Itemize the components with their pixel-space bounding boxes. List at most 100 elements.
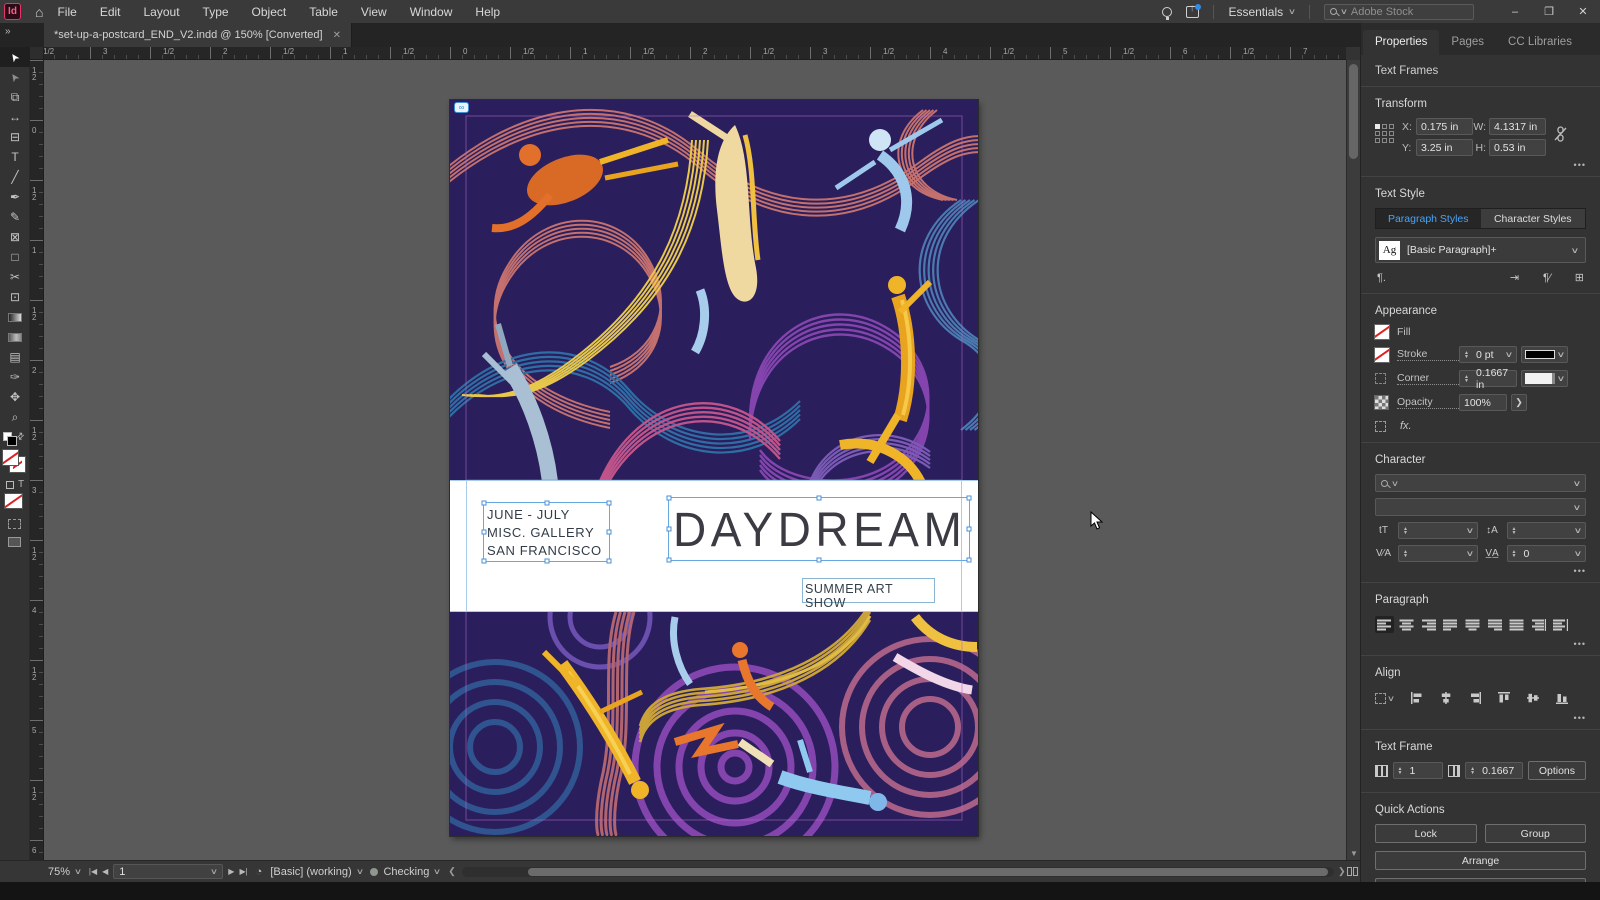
postcard-page[interactable]: ∞ JUNE - JULY MISC. GALLERY SAN FRANCISC…: [449, 99, 979, 837]
page-tool[interactable]: ⧉: [0, 87, 30, 107]
transform-more-options-button[interactable]: •••: [1375, 156, 1586, 176]
ruler-origin-box[interactable]: [30, 47, 44, 60]
gutter-field[interactable]: ▲ ▼ 0.1667: [1465, 762, 1523, 779]
menu-object[interactable]: Object: [252, 5, 287, 19]
menu-file[interactable]: File: [57, 5, 76, 19]
character-more-options-button[interactable]: •••: [1375, 562, 1586, 582]
title-text-frame[interactable]: DAYDREAM: [666, 495, 972, 563]
arrange-button[interactable]: Arrange: [1375, 851, 1586, 870]
screen-mode-icon[interactable]: [8, 537, 21, 547]
character-styles-tab[interactable]: Character Styles: [1480, 209, 1585, 228]
stroke-style-dropdown[interactable]: ∨: [1521, 346, 1568, 363]
share-icon[interactable]: [1186, 3, 1202, 18]
font-size-field[interactable]: ▲ ▼ ∨: [1398, 522, 1478, 539]
selection-handle[interactable]: [666, 526, 672, 532]
align-right-edges-icon[interactable]: [1464, 689, 1485, 707]
align-right-icon[interactable]: [1419, 616, 1438, 633]
leading-field[interactable]: ▲ ▼ ∨: [1506, 522, 1586, 539]
effects-button[interactable]: fx.: [1400, 420, 1412, 432]
text-frame-options-button[interactable]: Options: [1527, 761, 1586, 780]
preflight-status-control[interactable]: Checking ∨: [370, 866, 441, 878]
vertical-scrollbar-thumb[interactable]: [1349, 64, 1358, 159]
selection-handle[interactable]: [481, 558, 487, 564]
align-away-spine-icon[interactable]: [1551, 616, 1570, 633]
y-field[interactable]: 3.25 in: [1416, 139, 1473, 156]
selection-handle[interactable]: [666, 557, 672, 563]
fill-swatch[interactable]: [2, 449, 19, 466]
default-fill-stroke-icon[interactable]: [3, 432, 17, 446]
stroke-color-swatch[interactable]: [1374, 346, 1390, 363]
vertical-scrollbar[interactable]: ▼: [1346, 60, 1360, 860]
view-options-icon[interactable]: [8, 519, 21, 529]
panel-expander-icon[interactable]: »: [5, 26, 11, 37]
home-icon[interactable]: ⌂: [35, 4, 43, 20]
selection-handle[interactable]: [606, 558, 612, 564]
fill-color-swatch[interactable]: [1374, 324, 1390, 340]
align-more-options-button[interactable]: •••: [1375, 709, 1586, 729]
gradient-feather-tool[interactable]: [0, 327, 30, 347]
selection-handle[interactable]: [606, 500, 612, 506]
opacity-field[interactable]: 100%: [1459, 394, 1507, 411]
subtitle-text-frame[interactable]: SUMMER ART SHOW: [802, 578, 935, 610]
justify-right-icon[interactable]: [1485, 616, 1504, 633]
selection-handle[interactable]: [816, 557, 822, 563]
selection-tool[interactable]: ➤: [0, 47, 30, 67]
frame-options-icon[interactable]: [1375, 420, 1386, 432]
font-style-dropdown[interactable]: ∨: [1375, 498, 1586, 516]
line-tool[interactable]: ╱: [0, 167, 30, 187]
zoom-level-control[interactable]: 75% ∨: [48, 866, 82, 878]
page-number-field[interactable]: 1 ∨: [113, 864, 224, 879]
selection-handle[interactable]: [481, 529, 487, 535]
workspace-switcher[interactable]: Essentials ∨: [1228, 5, 1296, 19]
stroke-weight-field[interactable]: ▲ ▼ 0 pt ∨: [1459, 346, 1517, 363]
preflight-profile-control[interactable]: [Basic] (working) ∨: [270, 866, 363, 878]
direct-selection-tool[interactable]: ➤: [0, 67, 30, 87]
learn-lightbulb-icon[interactable]: [1162, 6, 1173, 20]
last-page-button[interactable]: ▶|: [239, 867, 247, 876]
align-top-edges-icon[interactable]: [1493, 689, 1514, 707]
paragraph-style-dropdown[interactable]: Ag [Basic Paragraph]+ ∨: [1375, 237, 1586, 263]
paragraph-styles-tab[interactable]: Paragraph Styles: [1376, 209, 1481, 228]
spread-view-icon[interactable]: [1347, 867, 1358, 876]
align-bottom-edges-icon[interactable]: [1551, 689, 1572, 707]
frame-tool[interactable]: ⊠: [0, 227, 30, 247]
tab-cc-libraries[interactable]: CC Libraries: [1496, 30, 1584, 55]
horizontal-scrollbar-thumb[interactable]: [528, 868, 1328, 876]
selection-handle[interactable]: [966, 495, 972, 501]
menu-window[interactable]: Window: [410, 5, 453, 19]
menu-edit[interactable]: Edit: [100, 5, 121, 19]
scroll-right-icon[interactable]: ❯: [1338, 866, 1346, 877]
redefine-style-icon[interactable]: ⇥: [1510, 271, 1519, 284]
x-field[interactable]: 0.175 in: [1416, 118, 1473, 135]
group-button[interactable]: Group: [1484, 824, 1586, 843]
next-page-button[interactable]: ▶: [228, 867, 234, 876]
corner-radius-field[interactable]: ▲ ▼ 0.1667 in: [1459, 367, 1517, 391]
lock-button[interactable]: Lock: [1375, 824, 1477, 843]
rectangle-tool[interactable]: □: [0, 247, 30, 267]
paragraph-more-options-button[interactable]: •••: [1375, 635, 1586, 655]
content-collector-tool[interactable]: ⊟: [0, 127, 30, 147]
cc-link-badge-icon[interactable]: ∞: [454, 102, 469, 113]
eyedropper-tool[interactable]: ✑: [0, 367, 30, 387]
stock-search-input[interactable]: ∨ Adobe Stock: [1324, 3, 1474, 20]
pencil-tool[interactable]: ✎: [0, 207, 30, 227]
opacity-more-button[interactable]: ❯: [1511, 394, 1527, 411]
corner-shape-dropdown[interactable]: ∨: [1521, 370, 1568, 387]
align-to-dropdown[interactable]: ∨: [1375, 692, 1397, 704]
menu-view[interactable]: View: [361, 5, 387, 19]
first-page-button[interactable]: |◀: [89, 867, 97, 876]
selection-handle[interactable]: [966, 557, 972, 563]
selection-handle[interactable]: [481, 500, 487, 506]
restore-button[interactable]: ❐: [1532, 0, 1566, 23]
close-button[interactable]: ✕: [1566, 0, 1600, 23]
paragraph-style-options-icon[interactable]: ¶.: [1377, 272, 1386, 284]
menu-layout[interactable]: Layout: [144, 5, 180, 19]
canvas[interactable]: ∞ JUNE - JULY MISC. GALLERY SAN FRANCISC…: [44, 60, 1346, 860]
stroke-label[interactable]: Stroke: [1397, 348, 1459, 361]
selection-handle[interactable]: [606, 529, 612, 535]
justify-left-icon[interactable]: [1441, 616, 1460, 633]
formatting-affects-text-icon[interactable]: T: [18, 479, 24, 490]
tab-properties[interactable]: Properties: [1363, 30, 1440, 55]
horizontal-ruler[interactable]: 1/2 3 1/2 2 1/2 1 1/2 0 1/2 1 1/2 2 1/2 3 1/2 4 1/2 5 1/2 6…: [30, 47, 1346, 60]
scissors-tool[interactable]: ✂: [0, 267, 30, 287]
